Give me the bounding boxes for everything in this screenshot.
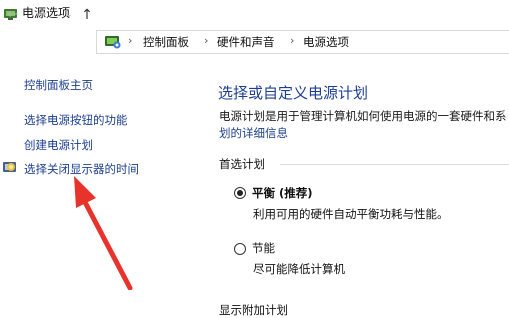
content-fade-overlay [355, 248, 509, 284]
group-divider [280, 164, 509, 165]
breadcrumb-separator: › [128, 34, 133, 47]
control-panel-icon [105, 36, 121, 49]
power-saver-plan-name[interactable]: 节能 [252, 241, 275, 255]
preferred-plans-label: 首选计划 [219, 157, 265, 171]
breadcrumb-control-panel[interactable]: 控制面板 [143, 35, 189, 49]
balanced-plan-radio[interactable] [234, 187, 246, 199]
sidebar-item-create-plan[interactable]: 创建电源计划 [24, 138, 93, 152]
forward-arrow-icon[interactable]: → [34, 8, 48, 22]
breadcrumb-power-options[interactable]: 电源选项 [303, 35, 349, 49]
display-shield-icon [3, 162, 16, 172]
sidebar-item-control-panel-home[interactable]: 控制面板主页 [24, 78, 93, 92]
annotation-arrow-icon [74, 176, 133, 290]
breadcrumb-separator: › [204, 34, 209, 47]
page-title: 选择或自定义电源计划 [218, 84, 369, 102]
power-saver-plan-description: 尽可能降低计算机 [253, 262, 345, 276]
back-arrow-icon[interactable]: ← [6, 8, 20, 22]
title-bar [0, 0, 509, 28]
balanced-plan-name[interactable]: 平衡 (推荐) [252, 186, 313, 200]
plan-details-link[interactable]: 划的详细信息 [219, 126, 288, 140]
show-additional-plans-expander[interactable]: 显示附加计划 [219, 302, 288, 318]
breadcrumb-hardware-sound[interactable]: 硬件和声音 [217, 35, 275, 49]
balanced-plan-description: 利用可用的硬件自动平衡功耗与性能。 [253, 207, 449, 221]
power-saver-plan-radio[interactable] [234, 243, 246, 255]
up-arrow-icon[interactable]: ↑ [80, 8, 94, 22]
page-description: 电源计划是用于管理计算机如何使用电源的一套硬件和系 [219, 109, 507, 123]
sidebar-item-power-button[interactable]: 选择电源按钮的功能 [24, 113, 128, 127]
recent-locations-chevron-icon[interactable]: ⌄ [62, 8, 76, 22]
radio-selected-dot [237, 190, 243, 196]
breadcrumb-separator: › [290, 34, 295, 47]
